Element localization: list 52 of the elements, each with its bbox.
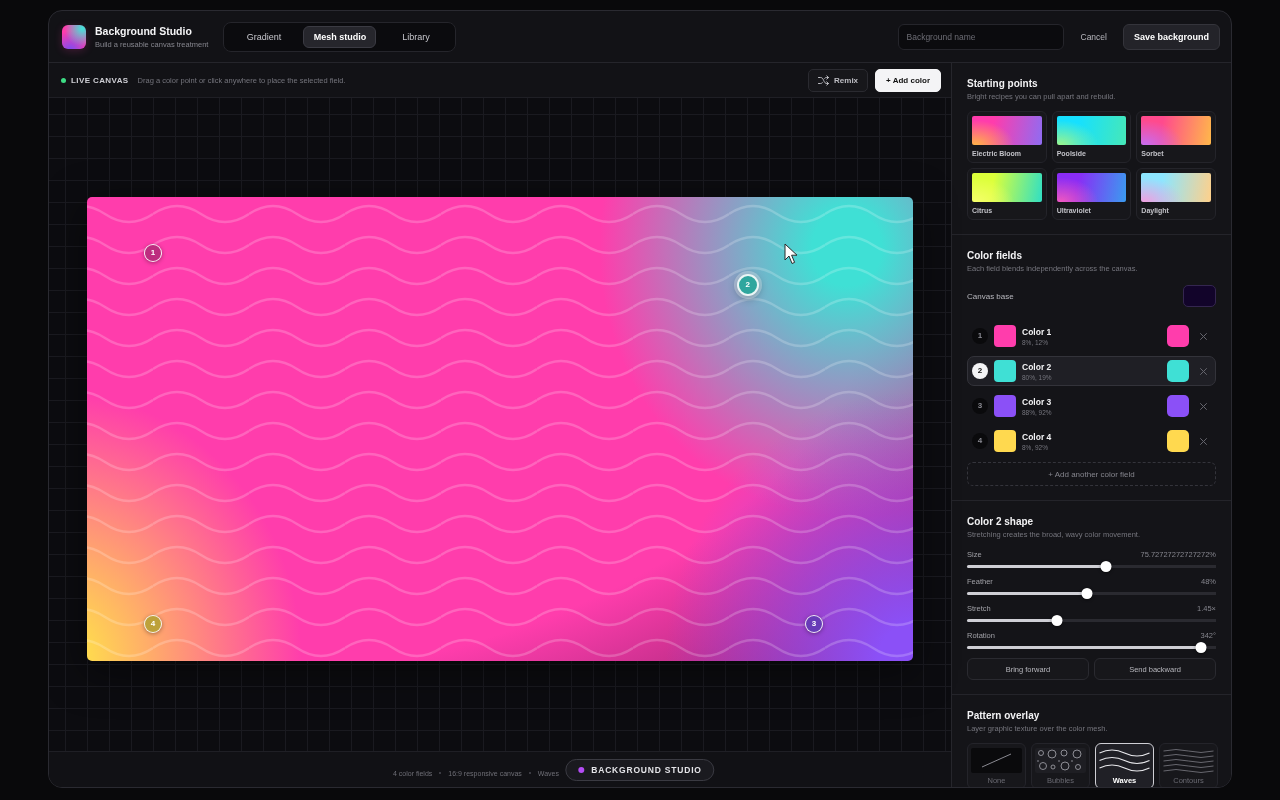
shuffle-icon	[818, 74, 830, 86]
section-title: Starting points	[967, 78, 1039, 90]
add-field-button[interactable]: + Add another color field	[967, 462, 1216, 486]
background-name-field[interactable]: Background name	[897, 23, 1064, 50]
app-title: Background Studio	[95, 24, 193, 37]
gradient-thumbnail	[1056, 116, 1127, 145]
slider-thumb[interactable]	[1195, 642, 1207, 653]
contour-lines-icon	[1163, 748, 1214, 773]
slider-thumb[interactable]	[1051, 615, 1063, 626]
color-picker-icon[interactable]	[1167, 325, 1189, 347]
cancel-button[interactable]: Cancel	[1071, 23, 1116, 50]
field-name: Color 1	[1022, 326, 1052, 337]
status-dot-icon	[578, 767, 585, 773]
tab[interactable]: Gradient	[227, 25, 301, 48]
tab[interactable]: Library	[379, 25, 453, 48]
gradient-thumbnail	[1056, 173, 1127, 202]
live-status-label: LIVE CANVAS	[71, 75, 129, 85]
slider-thumb[interactable]	[1081, 588, 1092, 599]
remix-button[interactable]: Remix	[808, 68, 869, 92]
gradient-thumbnail	[1141, 173, 1211, 202]
add-color-button[interactable]: + Add color	[875, 68, 941, 92]
logo-icon	[62, 24, 86, 49]
status-dot-icon	[61, 77, 66, 83]
color-picker-icon[interactable]	[1183, 285, 1216, 307]
close-icon	[1199, 437, 1207, 445]
waves-icon	[1099, 748, 1150, 773]
section-title: Pattern overlay	[967, 710, 1041, 722]
field-number-badge: 2	[972, 363, 988, 379]
gradient-thumbnail	[1141, 116, 1211, 145]
gradient-thumbnail	[972, 116, 1042, 145]
close-icon	[1199, 402, 1207, 410]
badge-label: BACKGROUND STUDIO	[591, 765, 702, 775]
field-number-badge: 4	[972, 433, 988, 449]
close-icon	[1199, 367, 1207, 375]
field-name: Color 4	[1022, 431, 1052, 442]
field-number-badge: 3	[972, 398, 988, 414]
section-title: Color fields	[967, 250, 1023, 262]
field-name: Color 2	[1022, 361, 1052, 372]
tab[interactable]: Mesh studio	[303, 25, 377, 48]
field-number-badge: 1	[972, 328, 988, 344]
bubbles-icon	[1035, 748, 1086, 773]
close-icon	[1199, 332, 1207, 340]
canvas-base-label: Canvas base	[967, 291, 1014, 301]
save-button[interactable]: Save background	[1122, 23, 1220, 50]
gradient-thumbnail	[972, 173, 1042, 202]
slider-thumb[interactable]	[1100, 561, 1112, 572]
section-title: Color 2 shape	[967, 516, 1035, 528]
color-picker-icon[interactable]	[1167, 360, 1189, 382]
field-name: Color 3	[1022, 396, 1052, 407]
color-picker-icon[interactable]	[1167, 430, 1189, 452]
mouse-pointer-icon	[784, 243, 798, 265]
color-picker-icon[interactable]	[1167, 395, 1189, 417]
